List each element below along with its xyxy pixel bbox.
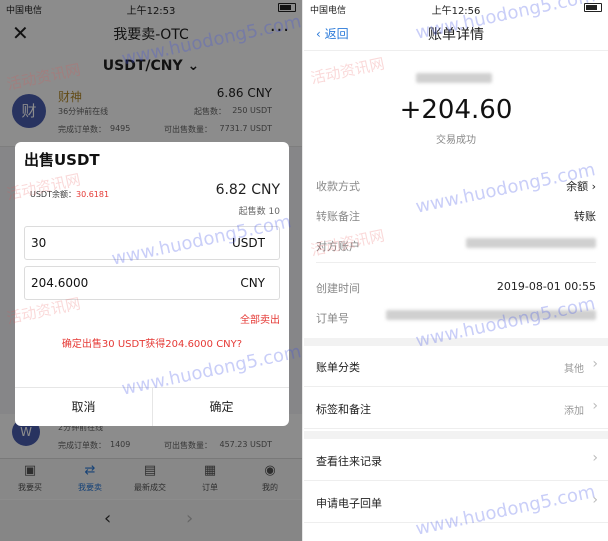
quantity-value: 30 <box>31 236 47 250</box>
sell-all-link[interactable]: 全部卖出 <box>240 311 280 326</box>
chevron-right-icon: › <box>592 356 598 372</box>
sell-dialog: 出售USDT USDT余额：30.6181 6.82 CNY 起售数 10 30… <box>15 142 289 426</box>
detail-value: 2019-08-01 00:55 <box>496 280 596 293</box>
menu-row[interactable]: 账单分类 其他 › <box>304 346 608 387</box>
balance-label: USDT余额： <box>30 190 76 199</box>
balance-row: USDT余额：30.6181 <box>30 189 109 200</box>
menu-row[interactable]: 查看往来记录 › <box>304 440 608 481</box>
page-title: 账单详情 <box>428 27 484 43</box>
menu-row[interactable]: 申请电子回单 › <box>304 482 608 523</box>
detail-value-redacted <box>466 238 596 251</box>
status-time: 上午12:56 <box>431 6 481 17</box>
detail-value: 余额 › <box>566 180 596 193</box>
detail-key: 订单号 <box>316 312 349 325</box>
chevron-right-icon: › <box>592 492 598 508</box>
otc-sell-screen: 中国电信 上午12:53 ✕ 我要卖-OTC ··· USDT/CNY ⌄ 财 … <box>0 0 303 541</box>
menu-label: 申请电子回单 <box>316 497 382 510</box>
menu-value: 添加 <box>564 406 584 417</box>
detail-value-redacted <box>386 310 596 323</box>
menu-row[interactable]: 标签和备注 添加 › <box>304 388 608 429</box>
section-separator <box>304 338 608 346</box>
chevron-right-icon: › <box>592 450 598 466</box>
watermark-cn: 活动资讯网 <box>309 54 387 88</box>
detail-key: 对方账户 <box>316 240 360 253</box>
detail-key: 转账备注 <box>316 210 360 223</box>
confirm-button[interactable]: 确定 <box>152 388 290 426</box>
transaction-amount: +204.60 <box>399 95 513 125</box>
dialog-buttons: 取消 确定 <box>15 387 289 426</box>
battery-icon <box>584 3 602 13</box>
detail-value: 转账 <box>574 210 596 223</box>
bill-detail-screen: 中国电信 上午12:56 ‹ 返回 账单详情 +204.60 交易成功 收款方式… <box>304 0 608 541</box>
page-header: ‹ 返回 账单详情 <box>304 16 608 51</box>
detail-key: 收款方式 <box>316 180 360 193</box>
menu-label: 查看往来记录 <box>316 455 382 468</box>
confirm-message: 确定出售30 USDT获得204.6000 CNY? <box>61 339 243 350</box>
status-bar: 中国电信 上午12:56 <box>304 0 608 17</box>
section-separator <box>304 431 608 439</box>
chevron-right-icon: › <box>592 398 598 414</box>
unit-price: 6.82 CNY <box>215 182 280 198</box>
detail-key: 创建时间 <box>316 282 360 295</box>
menu-label: 标签和备注 <box>316 403 371 416</box>
amount-input[interactable]: 204.6000 CNY <box>24 266 280 300</box>
amount-value: 204.6000 <box>31 276 89 290</box>
quantity-input[interactable]: 30 USDT <box>24 226 280 260</box>
menu-label: 账单分类 <box>316 361 360 374</box>
divider <box>316 262 596 263</box>
counterparty-name <box>416 68 496 87</box>
dialog-title: 出售USDT <box>24 151 100 169</box>
balance-value: 30.6181 <box>75 190 110 199</box>
min-sell: 起售数 10 <box>238 207 280 217</box>
quantity-unit: USDT <box>232 236 265 250</box>
amount-unit: CNY <box>240 276 265 290</box>
cancel-button[interactable]: 取消 <box>15 388 152 426</box>
menu-value: 其他 <box>564 364 584 375</box>
transaction-status: 交易成功 <box>436 135 476 146</box>
